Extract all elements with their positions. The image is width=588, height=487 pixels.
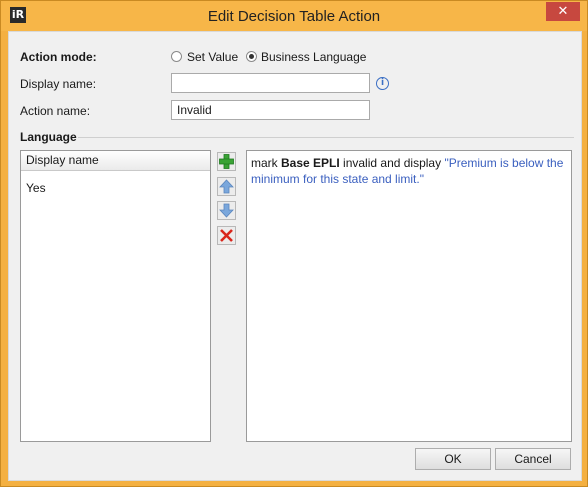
editor-text-middle: invalid and display bbox=[339, 156, 445, 170]
arrow-up-icon bbox=[219, 179, 234, 194]
close-button[interactable]: ✕ bbox=[546, 2, 580, 21]
info-icon[interactable]: i bbox=[376, 77, 389, 90]
action-name-label: Action name: bbox=[20, 104, 91, 118]
delete-button[interactable] bbox=[217, 226, 236, 245]
editor-text-bold: Base EPLI bbox=[281, 156, 340, 170]
display-name-label: Display name: bbox=[20, 77, 97, 91]
list-header-display-name[interactable]: Display name bbox=[21, 151, 210, 171]
move-down-button[interactable] bbox=[217, 201, 236, 220]
section-divider bbox=[78, 137, 574, 138]
plus-icon bbox=[219, 154, 234, 169]
language-list[interactable]: Display name Yes bbox=[20, 150, 211, 442]
move-up-button[interactable] bbox=[217, 177, 236, 196]
delete-x-icon bbox=[220, 229, 233, 242]
window-title: Edit Decision Table Action bbox=[207, 8, 381, 25]
title-bar[interactable]: iR Edit Decision Table Action ✕ bbox=[1, 1, 587, 31]
list-item[interactable]: Yes bbox=[26, 181, 46, 195]
radio-business-language-label[interactable]: Business Language bbox=[261, 50, 366, 64]
cancel-button[interactable]: Cancel bbox=[495, 448, 571, 470]
radio-set-value-label[interactable]: Set Value bbox=[187, 50, 238, 64]
radio-business-language[interactable] bbox=[246, 51, 257, 62]
add-button[interactable] bbox=[217, 152, 236, 171]
action-mode-label: Action mode: bbox=[20, 50, 97, 64]
display-name-input[interactable] bbox=[171, 73, 370, 93]
dialog-body: Action mode: Set Value Business Language… bbox=[8, 31, 582, 481]
action-name-input[interactable]: Invalid bbox=[171, 100, 370, 120]
radio-set-value[interactable] bbox=[171, 51, 182, 62]
dialog-window: iR Edit Decision Table Action ✕ Action m… bbox=[0, 0, 588, 487]
language-editor[interactable]: mark Base EPLI invalid and display "Prem… bbox=[246, 150, 572, 442]
editor-text-prefix: mark bbox=[251, 156, 281, 170]
language-section-label: Language bbox=[20, 130, 77, 144]
arrow-down-icon bbox=[219, 203, 234, 218]
ok-button[interactable]: OK bbox=[415, 448, 491, 470]
